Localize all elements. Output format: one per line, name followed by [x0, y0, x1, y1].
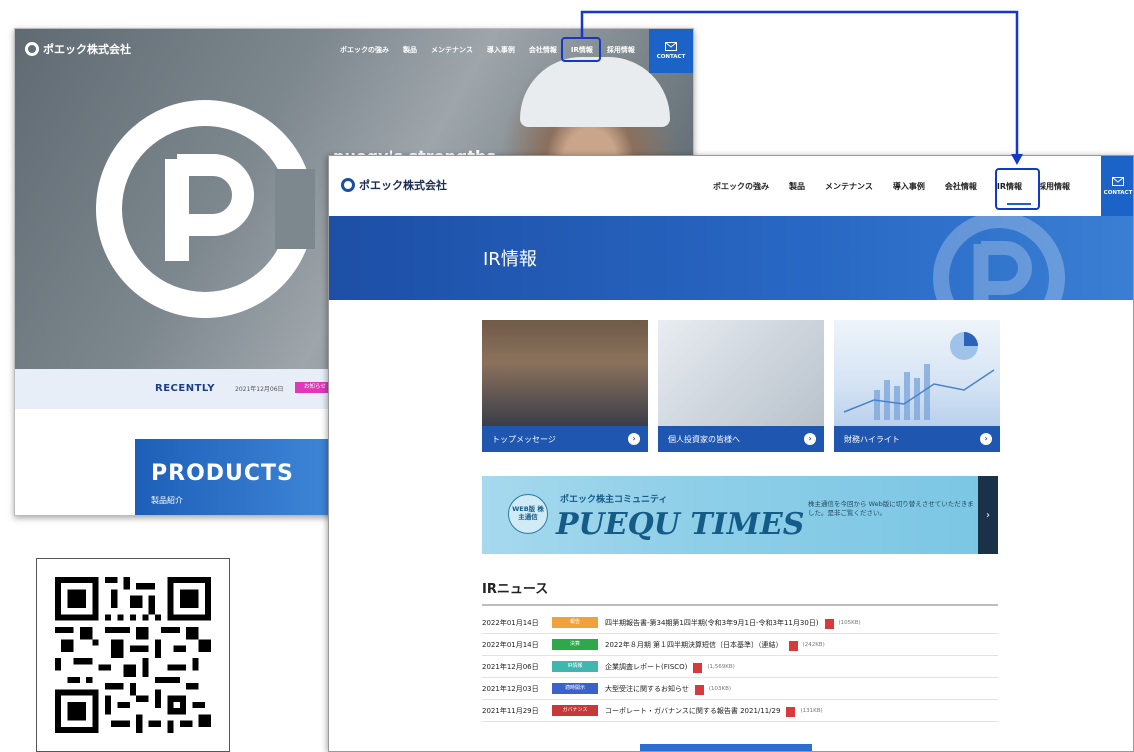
- contact-button[interactable]: CONTACT: [1101, 156, 1133, 216]
- front-screenshot-ir-page: ポエック株式会社 ポエックの強み 製品 メンテナンス 導入事例 会社情報 IR情…: [328, 155, 1134, 752]
- file-size: (103KB): [708, 685, 732, 692]
- pdf-icon: [694, 684, 704, 695]
- puequ-times-banner[interactable]: WEB版 株主通信 ポエック株主コミュニティ PUEQU TIMES 株主通信を…: [482, 476, 998, 554]
- file-size: (131KB): [800, 707, 823, 714]
- nav-products[interactable]: 製品: [403, 45, 417, 55]
- charts-photo: [834, 320, 1000, 426]
- chevron-right-icon[interactable]: ›: [978, 476, 998, 554]
- qr-code-icon: [55, 577, 211, 733]
- divider: [482, 604, 998, 606]
- banner-logo-watermark-icon: [933, 216, 1065, 300]
- card-label: トップメッセージ: [482, 426, 648, 452]
- card-individual-investors[interactable]: 個人投資家の皆様へ ›: [658, 320, 824, 452]
- qr-code: [36, 558, 230, 752]
- nav-cases[interactable]: 導入事例: [487, 45, 515, 55]
- chevron-right-icon: ›: [804, 433, 816, 445]
- news-title[interactable]: コーポレート・ガバナンスに関する報告書 2021/11/29: [605, 706, 780, 716]
- card-label: 個人投資家の皆様へ: [658, 426, 824, 452]
- nav-recruit[interactable]: 採用情報: [607, 45, 635, 55]
- ir-nav-highlight-front: [995, 168, 1040, 210]
- executives-photo: [482, 320, 648, 426]
- nav-company[interactable]: 会社情報: [529, 45, 557, 55]
- nav-strengths[interactable]: ポエックの強み: [340, 45, 389, 55]
- mail-icon: [665, 42, 677, 51]
- pdf-icon: [824, 618, 834, 629]
- nav-recruit[interactable]: 採用情報: [1038, 181, 1070, 192]
- file-size: (1,569KB): [707, 663, 735, 670]
- news-badge: ガバナンス: [552, 705, 598, 716]
- nav-strengths[interactable]: ポエックの強み: [713, 181, 769, 192]
- news-date: 2021年11月29日: [482, 706, 539, 715]
- page-title: IR情報: [483, 249, 537, 270]
- back-contact-button[interactable]: CONTACT: [649, 29, 693, 73]
- products-banner[interactable]: PRODUCTS 製品紹介: [135, 439, 335, 515]
- pdf-icon: [788, 640, 798, 651]
- news-date: 2021年12月03日: [482, 684, 539, 693]
- bar-chart-illustration-icon: [843, 332, 995, 420]
- card-top-message[interactable]: トップメッセージ ›: [482, 320, 648, 452]
- news-badge: 報告: [552, 617, 598, 628]
- more-news-button[interactable]: [640, 744, 812, 751]
- mail-icon: [1112, 176, 1124, 186]
- news-row[interactable]: 2021年12月03日 適時開示 大型受注に関するお知らせ (103KB): [482, 678, 998, 700]
- news-badge: 適時開示: [552, 683, 598, 694]
- times-note: 株主通信を今回から Web版に切り替えさせていただきました。是非ご覧ください。: [808, 500, 974, 518]
- file-size: (105KB): [838, 619, 861, 626]
- file-size: (242KB): [802, 641, 825, 648]
- news-date: 2021年12月06日: [482, 662, 539, 671]
- brand-mark-icon: [25, 42, 39, 56]
- news-row[interactable]: 2021年11月29日 ガバナンス コーポレート・ガバナンスに関する報告書 20…: [482, 700, 998, 722]
- brand-logo[interactable]: ポエック株式会社: [341, 177, 447, 193]
- pueqy-large-logo-icon: [96, 100, 315, 318]
- card-financial-highlights[interactable]: 財務ハイライト ›: [834, 320, 1000, 452]
- ir-news-list: 2022年01月14日 報告 四半期報告書-第34期第1四半期(令和3年9月1日…: [482, 612, 998, 722]
- card-label: 財務ハイライト: [834, 426, 1000, 452]
- helmet-shape: [520, 57, 670, 127]
- news-row[interactable]: 2021年12月06日 IR情報 企業調査レポート(FISCO) (1,569K…: [482, 656, 998, 678]
- nav-cases[interactable]: 導入事例: [893, 181, 925, 192]
- news-row[interactable]: 2022年01月14日 報告 四半期報告書-第34期第1四半期(令和3年9月1日…: [482, 612, 998, 634]
- news-title[interactable]: 四半期報告書-第34期第1四半期(令和3年9月1日-令和3年11月30日): [605, 618, 819, 628]
- brand-mark-icon: [341, 178, 355, 192]
- products-title: PRODUCTS: [151, 461, 294, 486]
- recently-date: 2021年12月06日: [235, 386, 284, 393]
- recently-label: RECENTLY: [155, 383, 215, 394]
- nav-products[interactable]: 製品: [789, 181, 805, 192]
- news-title[interactable]: 2022年８月期 第１四半期決算短信〔日本基準〕（連結）: [605, 640, 783, 650]
- products-subtitle: 製品紹介: [151, 496, 183, 505]
- back-brand-logo[interactable]: ポエック株式会社: [25, 41, 131, 57]
- ir-news-heading: IRニュース: [482, 582, 549, 597]
- news-row[interactable]: 2022年01月14日 決算 2022年８月期 第１四半期決算短信〔日本基準〕（…: [482, 634, 998, 656]
- chevron-right-icon: ›: [628, 433, 640, 445]
- ir-nav-highlight-back: [561, 37, 601, 62]
- nav-maintenance[interactable]: メンテナンス: [431, 45, 473, 55]
- nav-maintenance[interactable]: メンテナンス: [825, 181, 873, 192]
- times-title: PUEQU TIMES: [556, 507, 805, 542]
- news-date: 2022年01月14日: [482, 640, 539, 649]
- pdf-icon: [693, 662, 703, 673]
- news-date: 2022年01月14日: [482, 618, 539, 627]
- web-newsletter-seal: WEB版 株主通信: [508, 494, 548, 534]
- news-badge: IR情報: [552, 661, 598, 672]
- tablet-photo: [658, 320, 824, 426]
- news-title[interactable]: 大型受注に関するお知らせ: [605, 684, 689, 694]
- nav-company[interactable]: 会社情報: [945, 181, 977, 192]
- page-title-banner: IR情報: [329, 216, 1133, 300]
- pdf-icon: [786, 706, 796, 717]
- news-badge: 決算: [552, 639, 598, 650]
- times-subtitle: ポエック株主コミュニティ: [560, 495, 668, 505]
- news-title[interactable]: 企業調査レポート(FISCO): [605, 662, 687, 672]
- chevron-right-icon: ›: [980, 433, 992, 445]
